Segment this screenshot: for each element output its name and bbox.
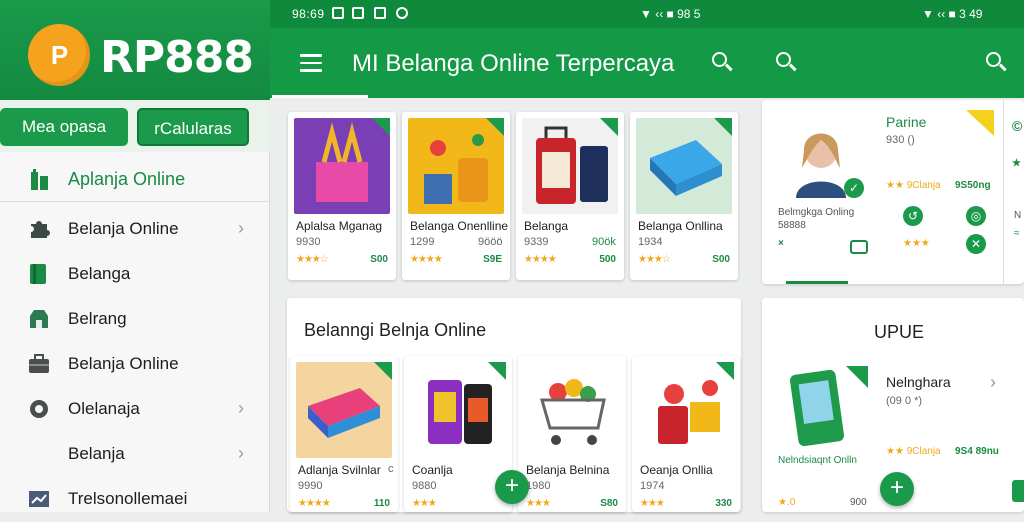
search-icon[interactable] [776, 52, 798, 74]
detail-price-2: 900 [850, 497, 867, 508]
sidebar-item-belrang[interactable]: Belrang [0, 296, 270, 342]
sidebar-item-olelanaja[interactable]: Olelanaja › [0, 386, 270, 432]
detail-caption: Nelndsiaqnt Onlln [778, 455, 857, 466]
store-icon [30, 310, 48, 328]
corner-tag [846, 366, 868, 388]
search-icon[interactable] [986, 52, 1008, 74]
notification-icon [352, 7, 364, 19]
corner-tag [716, 362, 734, 380]
sidebar: P RP888 ® Mea opasa rCalularas Aplanja O… [0, 0, 270, 512]
product-card[interactable]: Belanga Onllina 1934 ★★★☆ S00 [630, 112, 738, 280]
product-card[interactable]: Belanga Onenlline 1299 9ööö ★★★★ S9E [402, 112, 510, 280]
chevron-right-icon: › [238, 218, 244, 238]
detail-heading: UPUE [874, 322, 925, 342]
corner-tag [486, 118, 504, 136]
profile-caption-2: 58888 [778, 220, 806, 231]
chevron-right-icon[interactable]: › [990, 372, 996, 393]
search-icon[interactable] [712, 52, 734, 74]
section-title: Belanngi Belnja Online [304, 320, 487, 340]
detail-price: 9S4 89nu [955, 446, 999, 457]
chevron-right-icon: › [238, 398, 244, 418]
primary-button[interactable]: Mea opasa [0, 108, 128, 146]
rating-stars: ★★★☆ [296, 254, 329, 265]
status-right-2: ▼ ‹‹ ■ 3 49 [922, 7, 983, 21]
ribbon-icon [966, 110, 994, 136]
product-image [524, 362, 620, 458]
rating-stars: ★★★☆ [638, 254, 671, 265]
add-fab-button[interactable]: + [495, 470, 529, 504]
detail-code: (09 0 *) [886, 395, 923, 407]
action-icon[interactable]: ✕ [966, 234, 986, 254]
profile-name: Parine [886, 114, 927, 130]
detail-rating-value: ★.0 [778, 497, 796, 508]
profile-rating: ★★ 9Clanja [886, 180, 941, 191]
chevron-right-icon: › [238, 443, 244, 463]
corner-tag [714, 118, 732, 136]
tab-indicator [272, 95, 368, 98]
card-icon [850, 240, 868, 254]
secondary-button[interactable]: rCalularas [137, 108, 249, 146]
brand-name: RP888 [100, 32, 254, 83]
sidebar-item-belanga[interactable]: Belanga [0, 251, 270, 297]
alarm-icon [396, 7, 408, 19]
corner-tag [374, 362, 392, 380]
add-fab-button[interactable]: + [880, 472, 914, 506]
action-icon[interactable]: ↺ [903, 206, 923, 226]
rating-stars: ★★★★ [410, 254, 443, 265]
building-icon [31, 169, 48, 190]
product-card[interactable]: Adlanja Svilnlar c 9990 ★★★★ 110 [290, 356, 398, 512]
corner-tag [488, 362, 506, 380]
app-bar: MI Belanga Online Terpercaya [270, 28, 1024, 98]
detail-rating: ★★ 9Clanja [886, 446, 941, 457]
sidebar-item-belanja-online-2[interactable]: Belanja Online [0, 341, 270, 387]
sidebar-button-row: Mea opasa rCalularas [0, 100, 270, 152]
profile-price: 9S50ng [955, 180, 991, 191]
rating-stars: ★★★ [640, 498, 665, 509]
sidebar-item-trelsonollemaei[interactable]: Trelsonollemaei [0, 476, 270, 522]
status-time: 98:69 [292, 7, 325, 21]
badge-icon [30, 400, 48, 418]
product-card[interactable]: Oeanja Onllia 1974 ★★★ 330 [632, 356, 740, 512]
profile-caption: Belmgkga Onling [778, 207, 855, 218]
sidebar-current-label: Aplanja Online [68, 169, 186, 189]
rating-stars: ★★★ [526, 498, 551, 509]
rating-stars: ★★★ [903, 238, 930, 249]
status-right-1: ▼ ‹‹ ■ 98 5 [640, 7, 701, 21]
sidebar-current-item[interactable]: Aplanja Online [0, 156, 270, 202]
partial-label: N [1014, 210, 1022, 221]
notification-icon [374, 7, 386, 19]
chart-icon [29, 491, 49, 507]
product-card[interactable]: Aplalsa Mganag 9930 ★★★☆ S00 [288, 112, 396, 280]
verified-icon: ✓ [844, 178, 864, 198]
sidebar-item-belanja[interactable]: Belanja › [0, 431, 270, 477]
partial-icon: © [1012, 118, 1023, 134]
partial-image [1012, 480, 1024, 502]
notification-icon [332, 7, 344, 19]
action-icon[interactable]: ◎ [966, 206, 986, 226]
detail-name: Nelnghara [886, 374, 951, 390]
hamburger-menu-icon[interactable] [300, 54, 322, 72]
partial-icon: ≈ [1014, 228, 1020, 239]
puzzle-icon [31, 221, 50, 238]
tab-indicator [786, 281, 848, 284]
rating-stars: ★★★★ [298, 498, 331, 509]
status-bar: 98:69 ▼ ‹‹ ■ 98 5 ▼ ‹‹ ■ 3 49 [270, 0, 1024, 28]
rating-stars: ★★★★ [524, 254, 557, 265]
profile-code: 930 () [886, 134, 915, 146]
corner-tag [372, 118, 390, 136]
partial-icon: ★ [1012, 158, 1021, 169]
close-icon[interactable]: × [778, 238, 784, 249]
app-title: MI Belanga Online Terpercaya [352, 50, 675, 77]
briefcase-icon [29, 354, 49, 373]
corner-tag [600, 118, 618, 136]
book-icon [30, 264, 46, 284]
rating-stars: ★★★ [412, 498, 437, 509]
brand-header: P RP888 ® [0, 0, 270, 100]
sidebar-item-belanja-online[interactable]: Belanja Online › [0, 206, 270, 252]
logo-icon: P [28, 24, 90, 86]
product-card[interactable]: Belanga 9339 90ök ★★★★ 500 [516, 112, 624, 280]
trademark: ® [238, 38, 245, 48]
product-card[interactable]: Belanja Belnina 1980 ★★★ S80 [518, 356, 626, 512]
